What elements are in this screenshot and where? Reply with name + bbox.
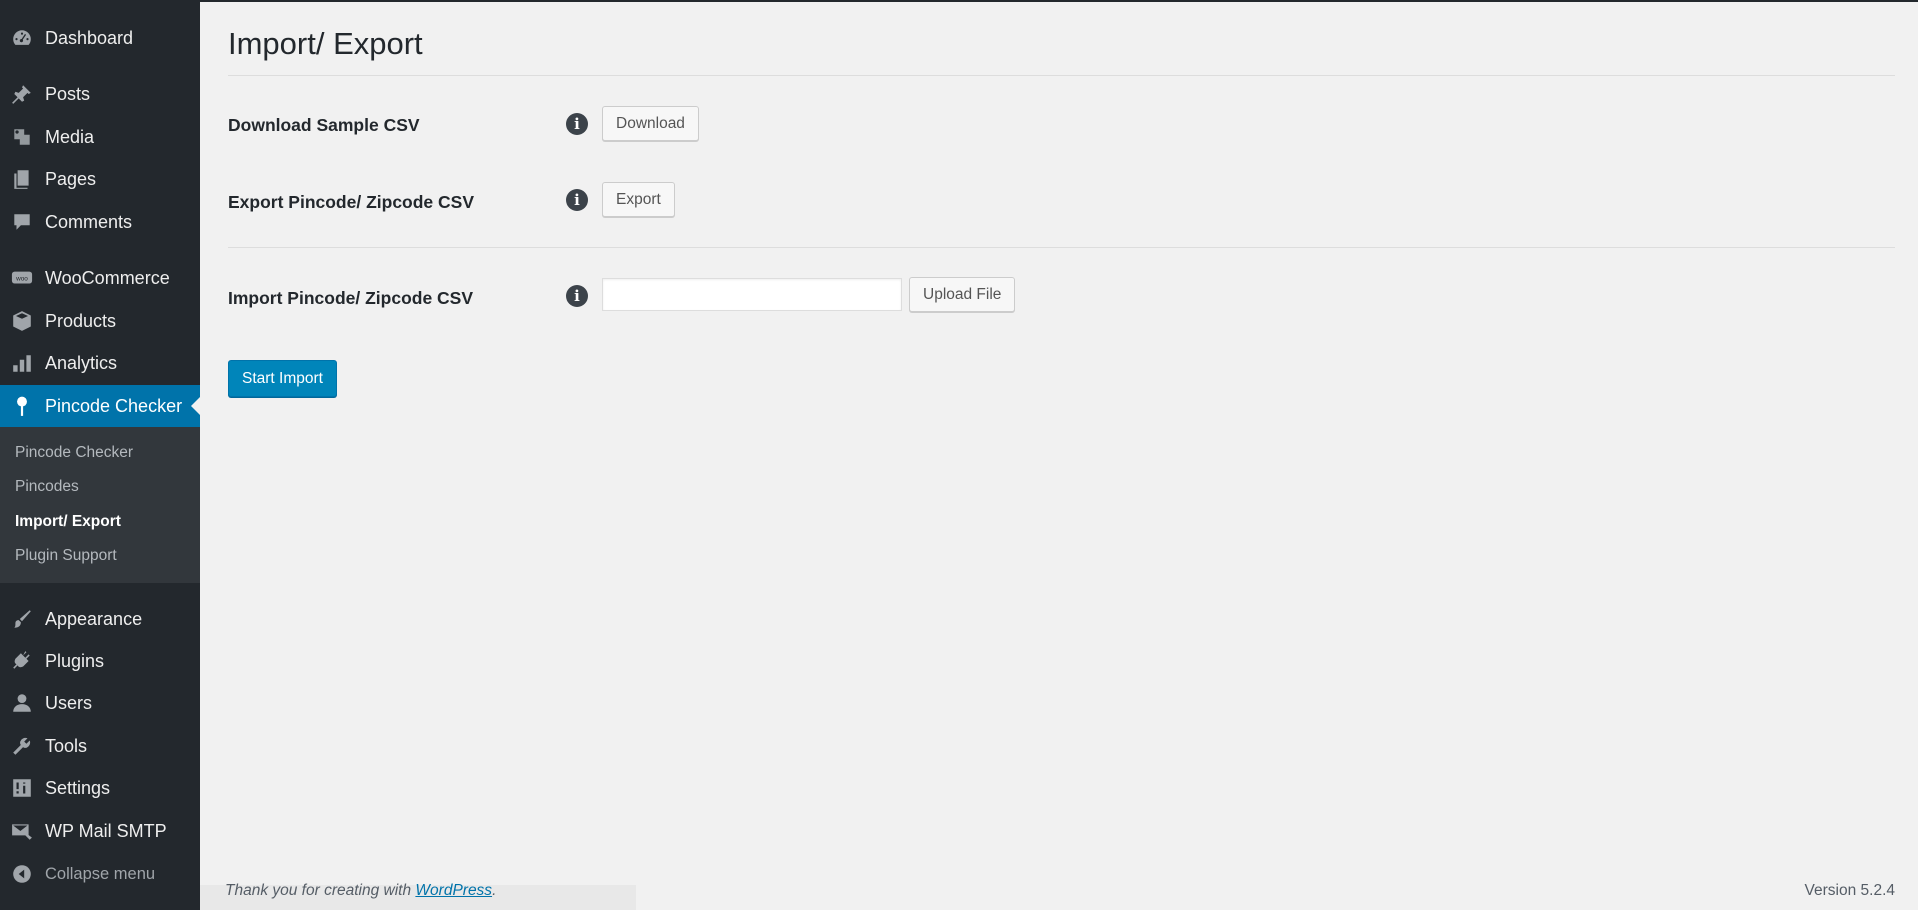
menu-item-pincode-checker[interactable]: Pincode Checker xyxy=(0,385,200,427)
box-icon xyxy=(10,309,34,333)
menu-item-comments[interactable]: Comments xyxy=(0,201,200,243)
submenu-item-pincodes[interactable]: Pincodes xyxy=(15,478,79,496)
menu-label: Posts xyxy=(45,83,91,104)
admin-sidebar: Dashboard Posts Media Pages Comments woo… xyxy=(0,0,200,910)
export-label: Export Pincode/ Zipcode CSV xyxy=(228,192,475,212)
pincode-submenu: Pincode Checker Pincodes Import/ Export … xyxy=(0,427,200,583)
page-title: Import/ Export xyxy=(228,26,423,61)
user-icon xyxy=(10,691,34,715)
menu-item-pages[interactable]: Pages xyxy=(0,158,200,200)
menu-label: Pages xyxy=(45,168,97,189)
mail-icon xyxy=(10,819,34,843)
info-icon[interactable]: i xyxy=(566,113,588,135)
menu-label: Comments xyxy=(45,211,133,232)
footer-thanks-suffix: . xyxy=(492,882,497,899)
woocommerce-icon: woo xyxy=(10,266,34,290)
comment-icon xyxy=(10,210,34,234)
menu-item-analytics[interactable]: Analytics xyxy=(0,342,200,384)
menu-label: Users xyxy=(45,692,93,713)
menu-label: Pincode Checker xyxy=(45,395,183,416)
menu-item-appearance[interactable]: Appearance xyxy=(0,598,200,640)
svg-text:woo: woo xyxy=(15,275,28,282)
menu-item-woocommerce[interactable]: woo WooCommerce xyxy=(0,257,200,299)
menu-item-posts[interactable]: Posts xyxy=(0,73,200,115)
plug-icon xyxy=(10,649,34,673)
start-import-button[interactable]: Start Import xyxy=(228,360,337,397)
menu-item-products[interactable]: Products xyxy=(0,300,200,342)
title-divider xyxy=(228,75,1895,76)
info-icon[interactable]: i xyxy=(566,189,588,211)
menu-label: Appearance xyxy=(45,608,143,629)
download-sample-label: Download Sample CSV xyxy=(228,115,420,135)
menu-label: Media xyxy=(45,126,95,147)
main-content: Import/ Export Download Sample CSV i Dow… xyxy=(200,0,1918,910)
menu-label: Dashboard xyxy=(45,27,134,48)
menu-label: Settings xyxy=(45,777,111,798)
location-pin-icon xyxy=(10,394,34,418)
bar-chart-icon xyxy=(10,351,34,375)
wrench-icon xyxy=(10,734,34,758)
download-button[interactable]: Download xyxy=(602,106,699,141)
menu-label: WP Mail SMTP xyxy=(45,820,167,841)
import-label: Import Pincode/ Zipcode CSV xyxy=(228,288,474,308)
menu-item-plugins[interactable]: Plugins xyxy=(0,640,200,682)
media-icon xyxy=(10,125,34,149)
submenu-item-pincode-checker[interactable]: Pincode Checker xyxy=(15,444,133,462)
upload-file-button[interactable]: Upload File xyxy=(909,277,1016,312)
menu-item-tools[interactable]: Tools xyxy=(0,725,200,767)
section-divider xyxy=(228,247,1895,248)
collapse-label: Collapse menu xyxy=(45,864,156,883)
menu-item-users[interactable]: Users xyxy=(0,682,200,724)
wordpress-link[interactable]: WordPress xyxy=(415,882,492,899)
menu-item-settings[interactable]: Settings xyxy=(0,767,200,809)
admin-bar-edge xyxy=(200,0,1918,2)
submenu-item-import-export[interactable]: Import/ Export xyxy=(15,513,121,531)
paintbrush-icon xyxy=(10,607,34,631)
menu-label: WooCommerce xyxy=(45,267,170,288)
menu-label: Analytics xyxy=(45,352,118,373)
collapse-menu-button[interactable]: Collapse menu xyxy=(0,853,200,895)
collapse-arrow-icon xyxy=(10,862,34,886)
sliders-icon xyxy=(10,776,34,800)
pushpin-icon xyxy=(10,82,34,106)
menu-item-dashboard[interactable]: Dashboard xyxy=(0,17,200,59)
menu-item-media[interactable]: Media xyxy=(0,116,200,158)
version-text: Version 5.2.4 xyxy=(1804,882,1895,899)
dashboard-icon xyxy=(10,26,34,50)
menu-label: Products xyxy=(45,310,117,331)
info-icon[interactable]: i xyxy=(566,285,588,307)
menu-label: Tools xyxy=(45,735,88,756)
submenu-item-plugin-support[interactable]: Plugin Support xyxy=(15,547,117,565)
footer-thanks: Thank you for creating with WordPress. xyxy=(225,882,496,900)
import-file-input[interactable] xyxy=(602,278,902,311)
footer-thanks-prefix: Thank you for creating with xyxy=(225,882,416,899)
pages-icon xyxy=(10,167,34,191)
menu-item-wp-mail-smtp[interactable]: WP Mail SMTP xyxy=(0,810,200,852)
export-button[interactable]: Export xyxy=(602,182,675,217)
menu-label: Plugins xyxy=(45,650,105,671)
